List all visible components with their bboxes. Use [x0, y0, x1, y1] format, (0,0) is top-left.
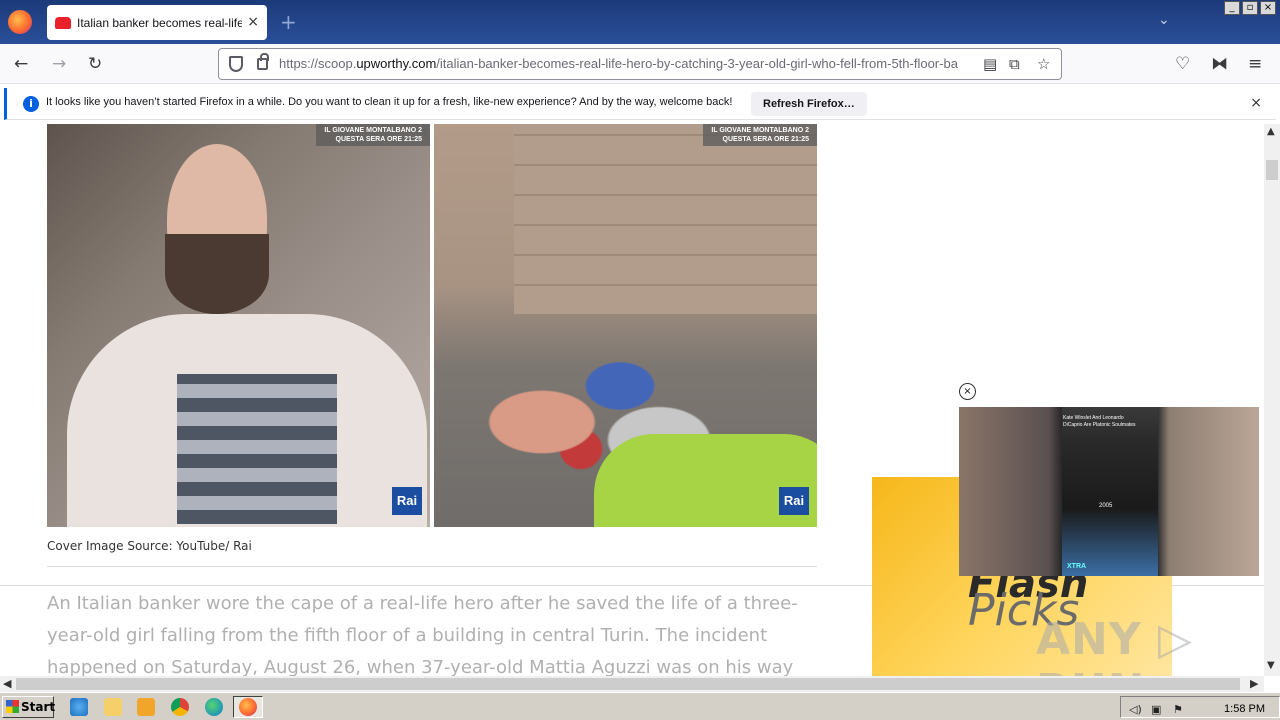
article-line: An Italian banker wore the cape of a rea… [47, 593, 798, 614]
tab-active[interactable]: Italian banker becomes real-life he × [47, 5, 267, 40]
edge-icon[interactable] [205, 698, 223, 716]
video-year: 2005 [1099, 503, 1113, 509]
tab-title: Italian banker becomes real-life he [77, 15, 242, 30]
firefox-logo-icon[interactable] [8, 10, 32, 34]
url-text[interactable]: https://scoop.upworthy.com/italian-banke… [279, 56, 974, 71]
video-brand: XTRA [1067, 563, 1087, 570]
rai-logo-right: Rai [779, 487, 809, 515]
video-close-icon[interactable]: × [959, 383, 976, 400]
firefox-icon [239, 698, 257, 716]
horizontal-scrollbar[interactable]: ◀ ▶ [0, 676, 1264, 692]
list-all-tabs-icon[interactable]: ⌄ [1158, 12, 1170, 28]
rai-logo-left: Rai [392, 487, 422, 515]
extensions-icon[interactable]: ⧓ [1211, 54, 1228, 74]
tv-watermark-right: IL GIOVANE MONTALBANO 2 QUESTA SERA ORE … [703, 124, 817, 146]
media-player-icon[interactable] [137, 698, 155, 716]
tab-strip: Italian banker becomes real-life he × + … [0, 0, 1280, 44]
tv-watermark-left: IL GIOVANE MONTALBANO 2 QUESTA SERA ORE … [316, 124, 430, 146]
cover-image-portrait: IL GIOVANE MONTALBANO 2 QUESTA SERA ORE … [47, 124, 430, 527]
file-explorer-icon[interactable] [104, 698, 122, 716]
floating-video-player[interactable]: Kate Winslet And Leonardo DiCaprio Are P… [959, 407, 1259, 576]
action-center-flag-icon[interactable]: ⚑ [1173, 703, 1183, 716]
image-caption: Cover Image Source: YouTube/ Rai [47, 539, 252, 553]
internet-explorer-icon[interactable] [70, 698, 88, 716]
notification-bar: i It looks like you haven’t started Fire… [4, 88, 1276, 120]
back-arrow-icon[interactable]: ← [14, 54, 28, 74]
system-tray: ◁) ▣ ⚑ 1:58 PM [1120, 696, 1280, 718]
refresh-firefox-button[interactable]: Refresh Firefox… [751, 92, 867, 116]
picture-in-picture-icon[interactable]: ⧉ [1009, 55, 1020, 73]
scroll-up-arrow-icon[interactable]: ▲ [1267, 126, 1275, 137]
new-tab-icon[interactable]: + [280, 10, 297, 34]
tab-close-icon[interactable]: × [247, 14, 259, 30]
lock-icon[interactable] [257, 53, 269, 70]
vertical-scrollbar[interactable]: ▲ ▼ [1264, 124, 1280, 676]
page-viewport: IL GIOVANE MONTALBANO 2 QUESTA SERA ORE … [0, 124, 1264, 676]
article-line: happened on Saturday, August 26, when 37… [47, 657, 794, 676]
anyrun-watermark: ANY ▷ RUN [1036, 614, 1193, 676]
reader-view-icon[interactable]: ▤ [983, 55, 997, 73]
taskbar-clock[interactable]: 1:58 PM [1224, 703, 1265, 715]
taskbar-firefox-active[interactable] [233, 696, 263, 718]
chrome-icon[interactable] [171, 698, 189, 716]
window-controls: _ ▫ × [1224, 1, 1276, 15]
restore-button[interactable]: ▫ [1242, 1, 1258, 15]
article-line: year-old girl falling from the fifth flo… [47, 625, 768, 646]
cover-image-scene: IL GIOVANE MONTALBANO 2 QUESTA SERA ORE … [434, 124, 817, 527]
network-icon[interactable]: ▣ [1151, 703, 1161, 716]
scroll-down-arrow-icon[interactable]: ▼ [1267, 660, 1275, 671]
pocket-icon[interactable]: ♡ [1175, 54, 1190, 74]
article-body: An Italian banker wore the cape of a rea… [47, 588, 827, 676]
windows-flag-icon [6, 700, 19, 713]
hamburger-menu-icon[interactable]: ≡ [1248, 54, 1262, 74]
reload-icon[interactable]: ↻ [88, 54, 102, 74]
scroll-right-arrow-icon[interactable]: ▶ [1250, 677, 1258, 690]
windows-taskbar: Start ◁) ▣ ⚑ 1:58 PM [0, 692, 1280, 720]
notification-close-icon[interactable]: × [1250, 95, 1262, 111]
tracking-protection-shield-icon[interactable] [229, 56, 243, 72]
bookmark-star-icon[interactable]: ☆ [1037, 55, 1050, 73]
video-frame [1062, 407, 1158, 576]
start-button[interactable]: Start [2, 696, 55, 718]
navigation-toolbar: ← → ↻ https://scoop.upworthy.com/italian… [0, 44, 1280, 84]
cover-image: IL GIOVANE MONTALBANO 2 QUESTA SERA ORE … [47, 124, 817, 527]
volume-icon[interactable]: ◁) [1129, 703, 1142, 716]
video-caption: Kate Winslet And Leonardo DiCaprio Are P… [1063, 415, 1136, 428]
forward-arrow-icon[interactable]: → [52, 54, 66, 74]
notification-message: It looks like you haven’t started Firefo… [46, 96, 733, 108]
scroll-left-arrow-icon[interactable]: ◀ [3, 677, 11, 690]
vertical-scroll-thumb[interactable] [1266, 160, 1278, 180]
info-icon: i [23, 96, 39, 112]
minimize-button[interactable]: _ [1224, 1, 1240, 15]
address-bar[interactable]: https://scoop.upworthy.com/italian-banke… [218, 48, 1062, 80]
upworthy-favicon-icon [55, 16, 71, 29]
divider [47, 566, 817, 567]
close-window-button[interactable]: × [1260, 1, 1276, 15]
horizontal-scroll-thumb[interactable] [16, 678, 1240, 690]
